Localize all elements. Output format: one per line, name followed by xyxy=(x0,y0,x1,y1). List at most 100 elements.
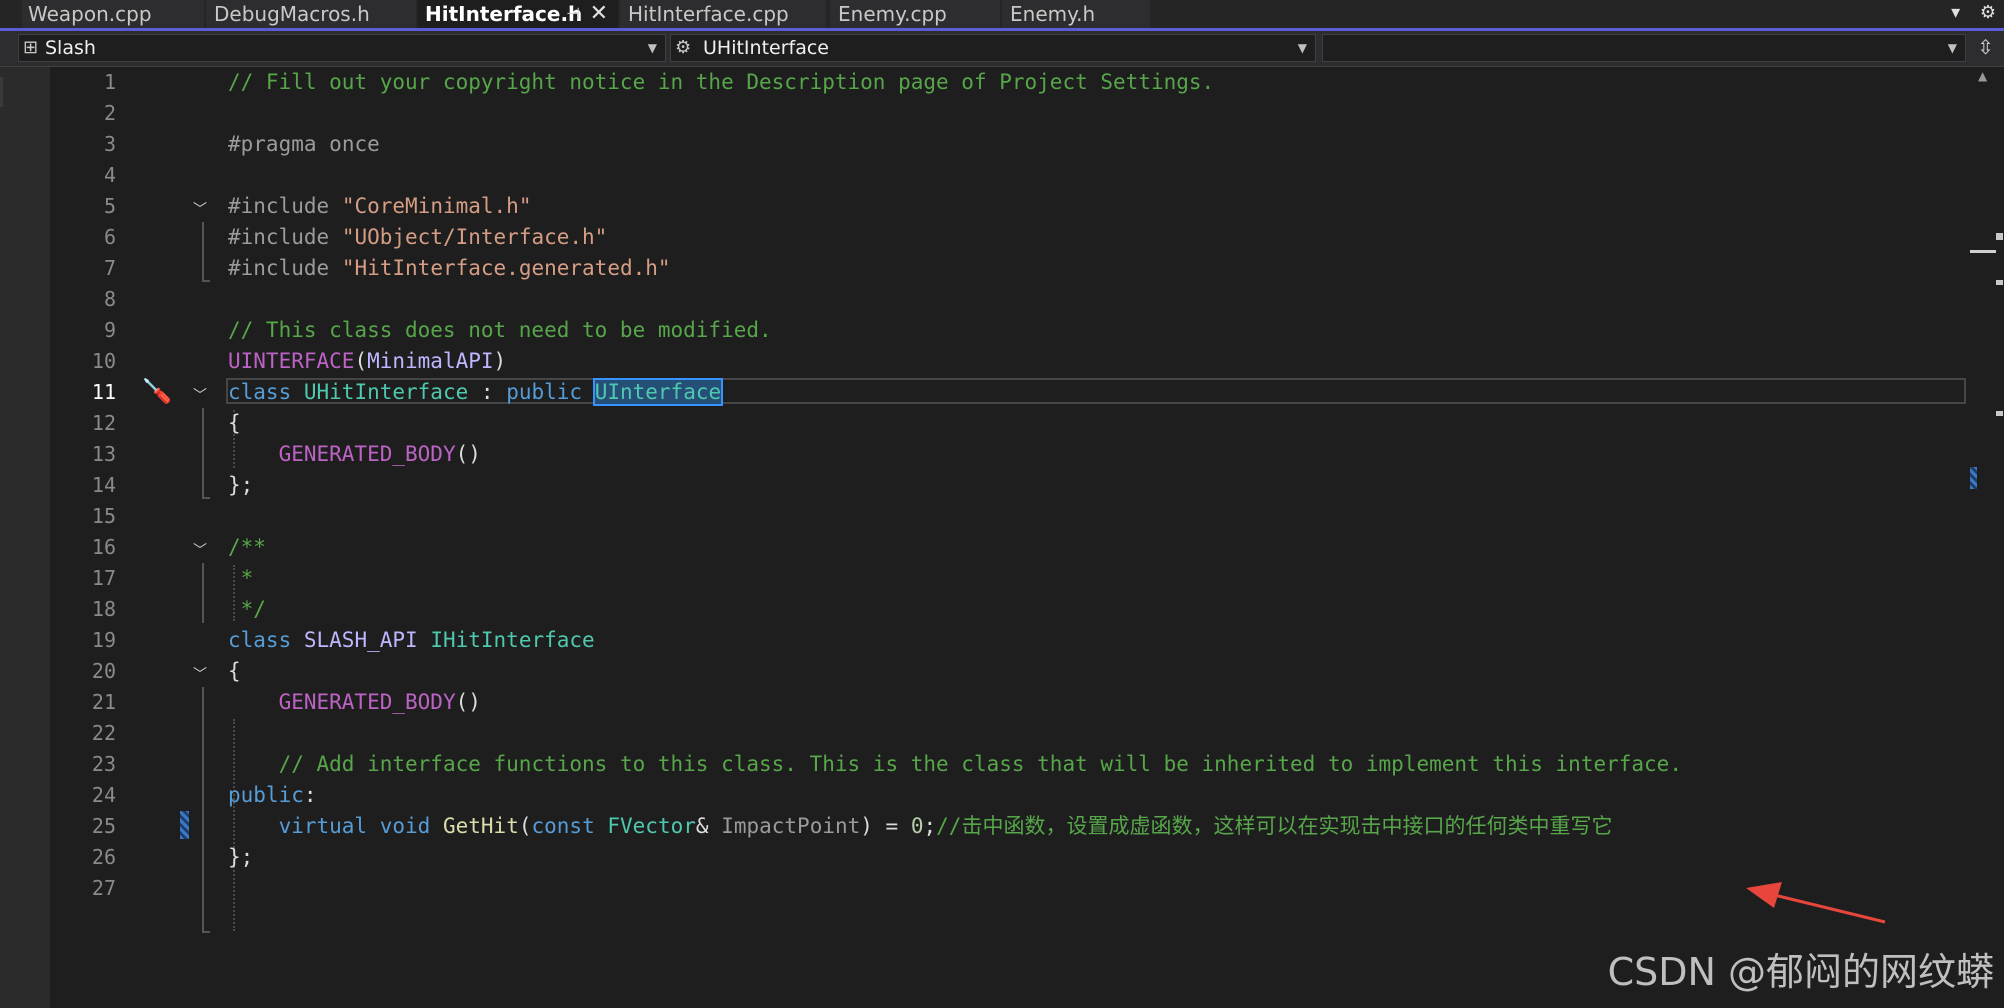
line-number: 8 xyxy=(103,287,116,311)
tab-label: Weapon.cpp xyxy=(28,2,152,26)
scroll-map-marker xyxy=(1996,280,2003,285)
code-line[interactable]: // Fill out your copyright notice in the… xyxy=(228,67,1214,98)
fold-toggle-icon[interactable]: ﹀ xyxy=(193,664,207,684)
line-number: 25 xyxy=(91,814,116,838)
code-line[interactable]: class SLASH_API IHitInterface xyxy=(228,625,595,656)
code-line[interactable]: /** xyxy=(228,532,266,563)
line-number: 4 xyxy=(103,163,116,187)
class-icon: ⚙ xyxy=(675,37,692,58)
code-line[interactable]: * xyxy=(228,563,254,594)
line-number: 5 xyxy=(103,194,116,218)
line-number: 1 xyxy=(103,70,116,94)
screwdriver-icon[interactable]: 🪛 xyxy=(142,377,172,405)
chevron-down-icon: ▼ xyxy=(647,41,657,55)
scroll-up-icon[interactable]: ▲ xyxy=(1978,69,1987,83)
code-line-current[interactable]: class UHitInterface : public UInterface xyxy=(228,377,724,408)
line-number: 27 xyxy=(91,876,116,900)
code-line[interactable]: #include "HitInterface.generated.h" xyxy=(228,253,671,284)
scroll-position-marker xyxy=(1970,250,1996,253)
project-label: Slash xyxy=(45,37,96,59)
scroll-map-marker xyxy=(1996,233,2003,240)
tab-label: HitInterface.h xyxy=(425,2,583,26)
tab-enemy-cpp[interactable]: Enemy.cpp xyxy=(830,0,1000,28)
project-dropdown[interactable]: ⊞ Slash ▼ xyxy=(18,34,666,62)
code-line[interactable]: #include "UObject/Interface.h" xyxy=(228,222,607,253)
scroll-change-marker xyxy=(1970,467,1977,489)
document-tab-strip: Weapon.cpp DebugMacros.h HitInterface.h … xyxy=(0,0,2004,31)
chevron-down-icon: ▼ xyxy=(1297,41,1307,55)
code-line[interactable]: GENERATED_BODY() xyxy=(228,687,481,718)
chevron-down-icon: ▼ xyxy=(1947,41,1957,55)
code-line[interactable]: UINTERFACE(MinimalAPI) xyxy=(228,346,506,377)
line-number: 23 xyxy=(91,752,116,776)
fold-line xyxy=(202,687,204,933)
line-number: 18 xyxy=(91,597,116,621)
tab-label: HitInterface.cpp xyxy=(628,2,789,26)
fold-line-end xyxy=(202,931,210,933)
code-line[interactable]: GENERATED_BODY() xyxy=(228,439,481,470)
pin-icon[interactable]: ⊣ xyxy=(566,0,580,28)
code-line[interactable]: #include "CoreMinimal.h" xyxy=(228,191,531,222)
tab-label: Enemy.h xyxy=(1010,2,1096,26)
line-number: 10 xyxy=(91,349,116,373)
line-number: 20 xyxy=(91,659,116,683)
change-marker xyxy=(180,811,189,839)
navigation-bar: ⊞ Slash ▼ ⚙ UHitInterface ▼ ▼ ⇳ xyxy=(0,31,2004,67)
tab-weapon-cpp[interactable]: Weapon.cpp xyxy=(22,0,204,28)
annotation-arrow-icon xyxy=(1746,882,1886,924)
line-number-current: 11 xyxy=(91,380,116,404)
fold-toggle-icon[interactable]: ﹀ xyxy=(193,540,207,560)
code-editor[interactable]: 1 2 3 4 5 6 7 8 9 10 11 12 13 14 15 16 1… xyxy=(0,67,2004,1008)
gear-icon[interactable]: ⚙ xyxy=(1980,2,1996,23)
tab-strip-tools: ▾ ⚙ xyxy=(1937,2,1996,23)
line-number: 2 xyxy=(103,101,116,125)
code-line[interactable]: }; xyxy=(228,842,253,873)
chevron-down-icon[interactable]: ▾ xyxy=(1951,2,1960,23)
line-number: 16 xyxy=(91,535,116,559)
fold-toggle-icon[interactable]: ﹀ xyxy=(193,385,207,405)
tab-debugmacros-h[interactable]: DebugMacros.h xyxy=(206,0,416,28)
code-line[interactable]: }; xyxy=(228,470,253,501)
editor-margin-strip xyxy=(0,67,50,1008)
scope-dropdown[interactable]: ⚙ UHitInterface ▼ xyxy=(670,34,1316,62)
line-number: 9 xyxy=(103,318,116,342)
member-dropdown[interactable]: ▼ xyxy=(1322,34,1966,62)
watermark: CSDN @郁闷的网纹蟒 xyxy=(1607,950,1994,994)
line-number: 15 xyxy=(91,504,116,528)
fold-line-end xyxy=(202,280,210,282)
code-line[interactable]: // This class does not need to be modifi… xyxy=(228,315,772,346)
close-icon[interactable]: ✕ xyxy=(590,0,608,28)
tab-hitinterface-h[interactable]: HitInterface.h ⊣ ✕ xyxy=(418,0,618,28)
code-line[interactable]: virtual void GetHit(const FVector& Impac… xyxy=(228,811,1613,842)
project-icon: ⊞ xyxy=(23,37,39,58)
code-line[interactable]: #pragma once xyxy=(228,129,380,160)
line-number: 21 xyxy=(91,690,116,714)
scope-label: UHitInterface xyxy=(703,37,829,59)
line-number: 19 xyxy=(91,628,116,652)
line-number: 13 xyxy=(91,442,116,466)
fold-line-end xyxy=(202,497,210,499)
split-editor-icon[interactable]: ⇳ xyxy=(1977,35,1994,59)
scroll-map-marker xyxy=(1996,411,2003,416)
code-line[interactable]: // Add interface functions to this class… xyxy=(228,749,1682,780)
code-line[interactable]: */ xyxy=(228,594,266,625)
fold-toggle-icon[interactable]: ﹀ xyxy=(193,199,207,219)
line-number: 3 xyxy=(103,132,116,156)
line-number: 22 xyxy=(91,721,116,745)
tab-enemy-h[interactable]: Enemy.h xyxy=(1002,0,1150,28)
line-number: 6 xyxy=(103,225,116,249)
line-number: 14 xyxy=(91,473,116,497)
code-line[interactable]: { xyxy=(228,408,241,439)
fold-line xyxy=(202,563,204,623)
tab-label: DebugMacros.h xyxy=(214,2,370,26)
line-number: 7 xyxy=(103,256,116,280)
code-line[interactable]: public: xyxy=(228,780,317,811)
line-number: 17 xyxy=(91,566,116,590)
fold-line xyxy=(202,222,204,282)
vertical-scrollbar[interactable]: ▲ xyxy=(1968,67,2004,1008)
line-number: 24 xyxy=(91,783,116,807)
fold-line xyxy=(202,408,204,499)
tab-hitinterface-cpp[interactable]: HitInterface.cpp xyxy=(620,0,826,28)
code-line[interactable]: { xyxy=(228,656,241,687)
line-number: 12 xyxy=(91,411,116,435)
